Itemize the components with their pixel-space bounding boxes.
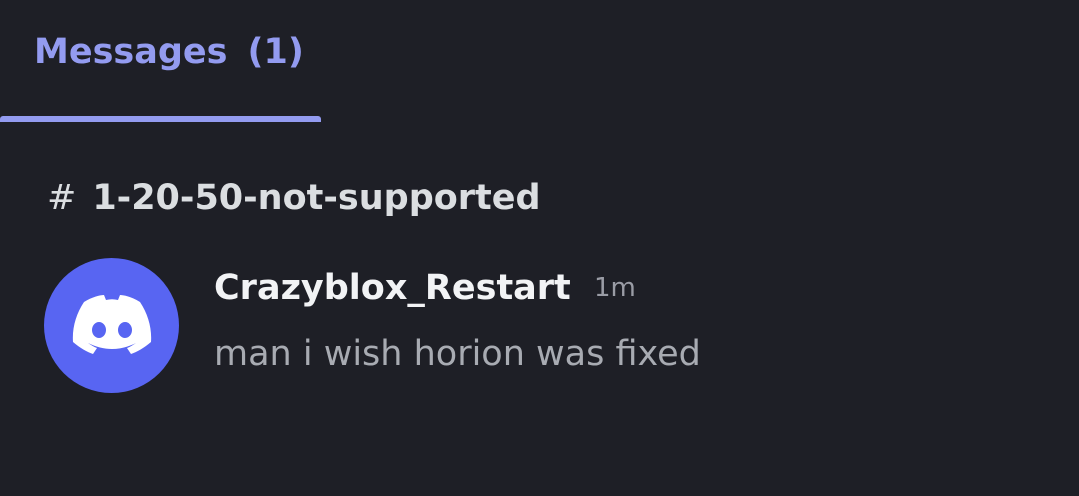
tab-active-indicator bbox=[0, 116, 321, 122]
channel-hash-icon: # bbox=[47, 178, 77, 218]
channel-name: 1-20-50-not-supported bbox=[92, 178, 541, 218]
avatar[interactable] bbox=[44, 258, 179, 393]
tab-messages-count: (1) bbox=[247, 32, 304, 72]
message-author[interactable]: Crazyblox_Restart bbox=[214, 268, 571, 308]
channel-header[interactable]: #1-20-50-not-supported bbox=[47, 178, 541, 218]
discord-logo-icon bbox=[72, 294, 151, 354]
tab-messages-label: Messages (1) bbox=[34, 32, 304, 72]
message-content: man i wish horion was fixed bbox=[214, 334, 701, 374]
message-timestamp: 1m bbox=[594, 273, 636, 303]
tab-messages-title: Messages bbox=[34, 32, 228, 72]
tab-messages[interactable]: Messages (1) bbox=[0, 0, 322, 122]
